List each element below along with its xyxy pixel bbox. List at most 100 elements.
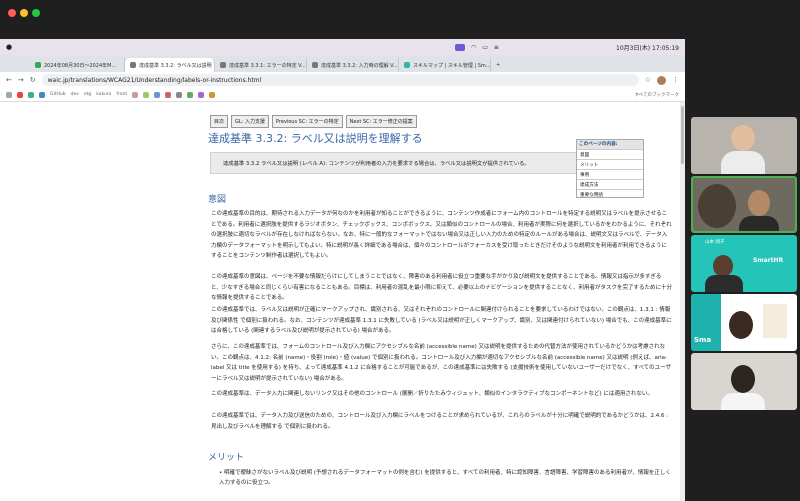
intent-paragraph-6: この達成基準では、データ入力及び送信のための、コントロール及び入力欄にラベルをつ… — [211, 413, 669, 430]
participant-face — [713, 255, 733, 277]
participant-face — [729, 311, 753, 339]
bookmark-icon[interactable] — [154, 91, 161, 98]
next-sc-link[interactable]: Next SC: エラー修正の提案 — [345, 115, 417, 128]
participant-tile-2[interactable] — [691, 176, 797, 233]
page-title: 達成基準 3.3.2: ラベル又は説明を理解する — [208, 132, 423, 145]
all-bookmarks[interactable]: すべてのブックマーク — [634, 92, 679, 98]
participant-face — [748, 190, 770, 216]
bookmark-icon[interactable] — [198, 91, 205, 98]
bookmark-icon[interactable] — [143, 91, 150, 98]
intent-paragraph-1: この達成基準の目的は、期待される入力データが何なのかを利用者が知ることができるよ… — [211, 211, 672, 259]
sc-summary-box: 達成基準 3.3.2 ラベル又は説明 (レベル A): コンテンツが利用者の入力… — [210, 152, 580, 174]
toc-item-benefits[interactable]: メリット — [577, 159, 643, 169]
menu-clock[interactable]: 10月3日(木) 17:05:19 — [616, 43, 679, 52]
toc-item-examples[interactable]: 事例 — [577, 169, 643, 179]
previous-sc-link[interactable]: Previous SC: エラーの特定 — [271, 115, 343, 128]
participant-shirt — [739, 216, 779, 231]
bookmark-icon[interactable] — [39, 91, 45, 98]
tab-label: スキルマップ | スキル管理 | Sm... — [413, 62, 491, 69]
toc-item-techniques[interactable]: 達成方法 — [577, 179, 643, 189]
bookmark-otg[interactable]: otg — [84, 92, 91, 97]
page-navigation: 目次 GL: 入力支援 Previous SC: エラーの特定 Next SC:… — [210, 115, 417, 128]
menu-kebab-icon[interactable]: ⋮ — [672, 76, 679, 84]
benefit-text: 明確で曖昧さがないラベル及び説明 (予想されるデータフォーマットの例を含む) を… — [219, 470, 671, 486]
star-icon[interactable]: ☆ — [645, 76, 651, 84]
smarthr-badge: SmartHR — [753, 257, 784, 264]
battery-icon[interactable]: ▭ — [482, 44, 488, 51]
toc-title: このページの内容: — [577, 140, 643, 149]
forward-icon[interactable]: → — [18, 76, 24, 84]
control-center-icon[interactable]: ≡ — [494, 44, 499, 51]
page-toc: このページの内容: 意図 メリット 事例 達成方法 重要な用語 — [576, 139, 644, 198]
participant-tile-3[interactable]: 山本 翔子 SmartHR — [691, 235, 797, 292]
bookmark-icon[interactable] — [209, 91, 216, 98]
address-bar[interactable]: waic.jp/translations/WCAG21/Understandin… — [41, 74, 639, 86]
intent-heading: 意図 — [208, 195, 227, 205]
intent-paragraph-3: この達成基準では、ラベル又は説明が正確にマークアップされ、識別される、又はそれぞ… — [211, 307, 672, 334]
wifi-icon[interactable]: ◠ — [471, 44, 476, 51]
tab-label: 達成基準 3.3.1: エラーの特定 V... — [229, 62, 306, 69]
reload-icon[interactable]: ↻ — [30, 76, 36, 84]
browser-toolbar: ← → ↻ waic.jp/translations/WCAG21/Unders… — [0, 72, 685, 88]
sheets-icon — [35, 62, 41, 68]
participant-shirt — [721, 151, 765, 174]
waic-icon — [130, 62, 136, 68]
intent-paragraph-5: この達成基準は、データ入力に関連しないリンク又はその他のコントロール (展開／折… — [211, 391, 653, 397]
owl-figure — [698, 184, 736, 228]
participant-face — [731, 365, 755, 393]
minimize-window-button[interactable] — [20, 9, 28, 17]
bookmark-icon[interactable] — [165, 91, 172, 98]
bookmark-icon[interactable] — [17, 91, 23, 98]
url-text: waic.jp/translations/WCAG21/Understandin… — [47, 76, 262, 84]
intent-paragraph-4: さらに、この達成基準では、フォームのコントロール及び入力欄にアクセシブルな名前 … — [211, 344, 671, 382]
bookmark-front[interactable]: front — [116, 92, 127, 97]
smarthr-icon — [404, 62, 410, 68]
participant-shirt — [705, 275, 743, 292]
tab-5[interactable]: スキルマップ | スキル管理 | Sm... — [399, 58, 491, 72]
page-content: 目次 GL: 入力支援 Previous SC: エラーの特定 Next SC:… — [0, 102, 685, 501]
toc-link[interactable]: 目次 — [210, 115, 229, 128]
profile-avatar[interactable] — [657, 75, 666, 85]
maximize-window-button[interactable] — [32, 9, 40, 17]
tab-label: 達成基準 3.3.2: ラベル又は説明 — [139, 62, 212, 69]
benefits-list-item: • 明確で曖昧さがないラベル及び説明 (予想されるデータフォーマットの例を含む)… — [219, 470, 671, 486]
scrollbar-thumb[interactable] — [681, 106, 684, 164]
tab-2-active[interactable]: 達成基準 3.3.2: ラベル又は説明× — [125, 58, 215, 72]
toc-item-terms[interactable]: 重要な用語 — [577, 189, 643, 199]
banner-name: 山本 翔子 — [705, 240, 725, 245]
bookmark-icon[interactable] — [6, 91, 12, 98]
new-tab-button[interactable]: + — [491, 58, 505, 72]
bookmark-icon[interactable] — [187, 91, 194, 98]
bookmark-dev[interactable]: dev — [71, 92, 79, 97]
waic-icon — [312, 62, 318, 68]
bookmark-kakuro[interactable]: kakuro — [96, 92, 111, 97]
toc-item-intent[interactable]: 意図 — [577, 149, 643, 159]
tab-3[interactable]: 達成基準 3.3.1: エラーの特定 V... — [215, 58, 307, 72]
tab-4[interactable]: 達成基準 3.3.2: 入力時の理解 V... — [307, 58, 399, 72]
participant-tile-1[interactable] — [691, 117, 797, 174]
tab-strip: 2024年08月30日〜2024年M... 達成基準 3.3.2: ラベル又は説… — [0, 55, 685, 72]
waic-icon — [220, 62, 226, 68]
shelf-item — [763, 304, 787, 338]
tab-label: 達成基準 3.3.2: 入力時の理解 V... — [321, 62, 398, 69]
tab-label: 2024年08月30日〜2024年M... — [44, 62, 117, 69]
benefits-heading: メリット — [208, 453, 245, 463]
bookmark-icon[interactable] — [132, 91, 139, 98]
tab-1[interactable]: 2024年08月30日〜2024年M... — [30, 58, 125, 72]
participant-tile-5[interactable] — [691, 353, 797, 410]
menu-bar-status: ◠ ▭ ≡ 10月3日(木) 17:05:19 — [455, 39, 685, 55]
apple-logo-icon[interactable]: ● — [6, 43, 12, 51]
participant-face — [731, 125, 755, 151]
bookmark-github[interactable]: GitHub — [50, 92, 66, 97]
screen-share-icon[interactable] — [455, 43, 465, 51]
bookmarks-bar: GitHub dev otg kakuro front すべてのブックマーク — [0, 88, 685, 102]
intent-paragraph-2: この達成基準の意図は、ページを不要な情報だらけにしてしまうことではなく、障害のあ… — [211, 274, 672, 301]
close-window-button[interactable] — [8, 9, 16, 17]
guideline-link[interactable]: GL: 入力支援 — [231, 115, 269, 128]
banner-text: Sma — [694, 336, 712, 344]
bookmark-icon[interactable] — [28, 91, 34, 98]
back-icon[interactable]: ← — [6, 76, 12, 84]
participant-tile-4[interactable]: Sma — [691, 294, 797, 351]
participant-shirt — [721, 393, 765, 410]
bookmark-icon[interactable] — [176, 91, 183, 98]
